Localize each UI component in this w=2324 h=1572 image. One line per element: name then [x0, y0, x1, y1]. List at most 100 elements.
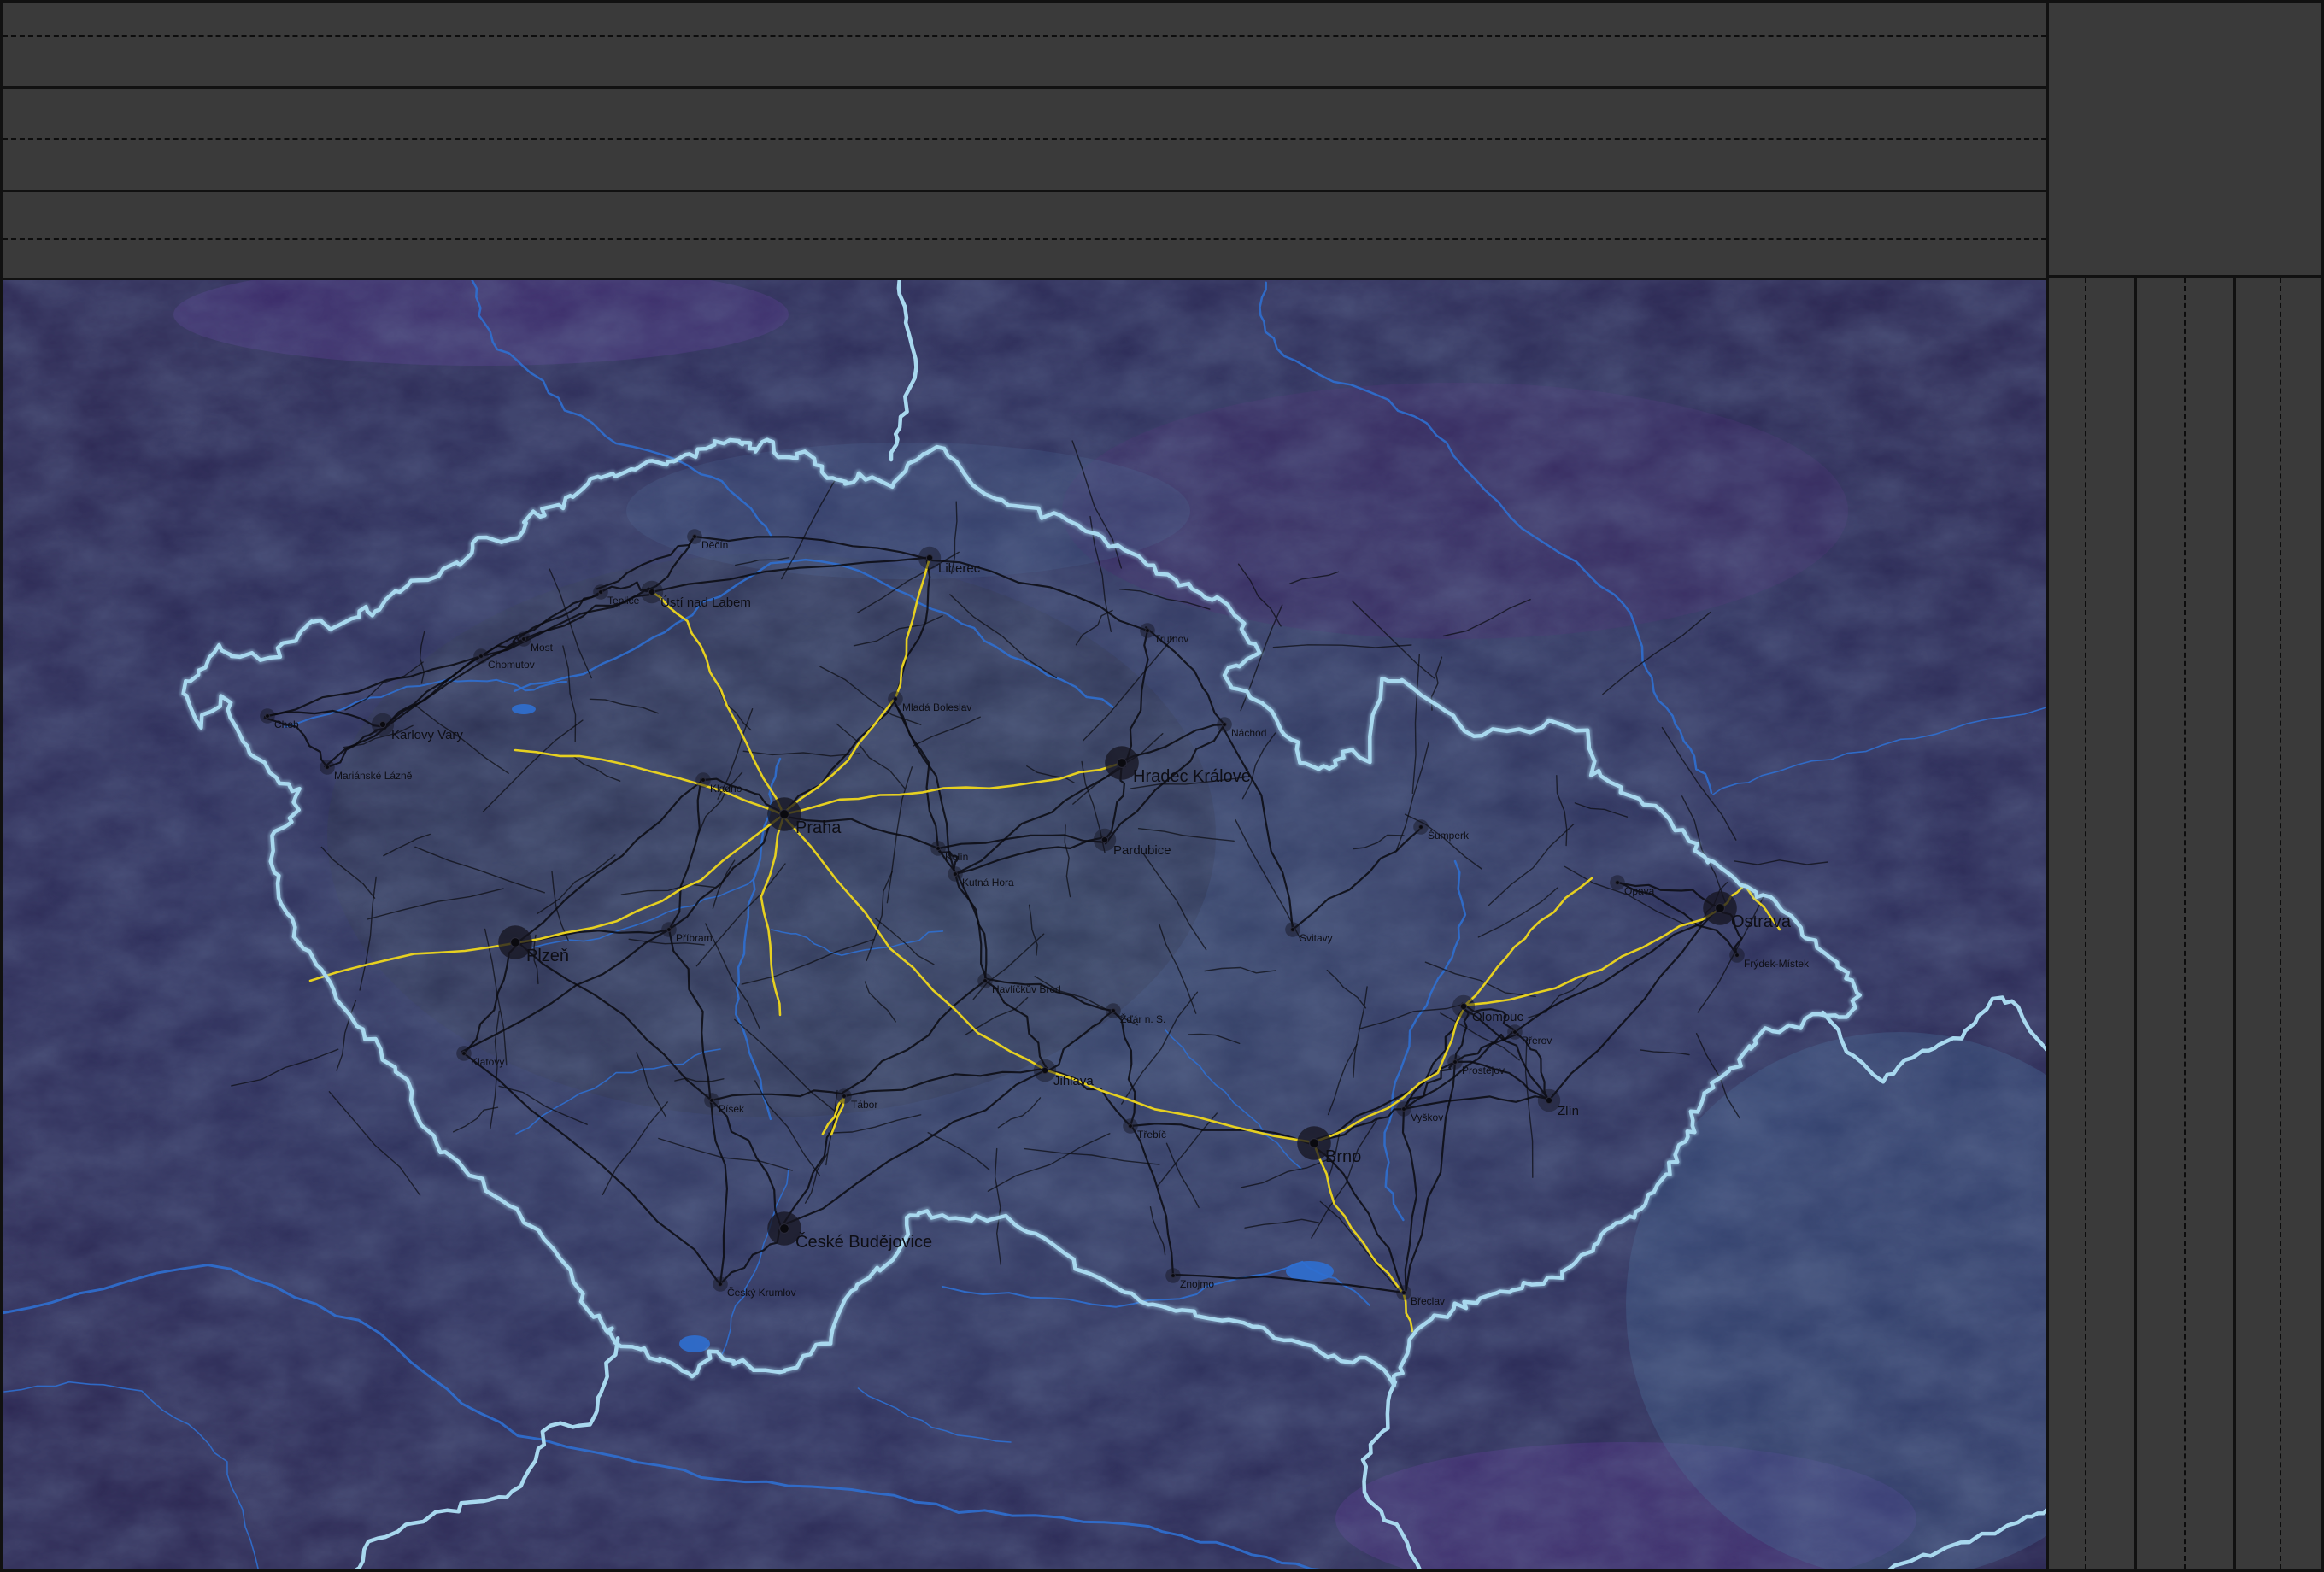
city-dot — [325, 765, 330, 770]
city-label: Teplice — [607, 595, 640, 607]
city-dot — [709, 1098, 714, 1103]
city-dot — [1734, 953, 1740, 958]
city-dot — [692, 534, 697, 539]
lake-lipno — [679, 1335, 710, 1352]
city-label: České Budějovice — [795, 1232, 932, 1252]
city-label: Břeclav — [1411, 1295, 1445, 1307]
city-dot — [1452, 1059, 1458, 1065]
city-dot — [1222, 722, 1227, 727]
city-label: Chomutov — [488, 659, 535, 671]
city-dot — [1545, 1096, 1553, 1105]
city-dot — [265, 713, 270, 719]
city-dot — [1418, 824, 1423, 830]
city-dot — [779, 809, 789, 819]
city-label: Karlovy Vary — [391, 728, 463, 742]
band-2-divider — [3, 138, 2046, 140]
city-dot — [936, 846, 941, 851]
corner-panel — [2046, 3, 2321, 278]
city-label: Olomouc — [1472, 1010, 1524, 1024]
map-view[interactable]: Praha Brno Ostrava Plzeň Hradec Králové České… — [3, 278, 2046, 1569]
city-label: Prostějov — [1462, 1065, 1505, 1076]
city-dot — [718, 1282, 723, 1287]
city-label: Náchod — [1231, 727, 1266, 739]
city-label: Písek — [719, 1103, 745, 1115]
city-dot — [1512, 1029, 1517, 1035]
city-dot — [893, 696, 898, 701]
city-label: Šumperk — [1428, 829, 1470, 842]
city-label: Žďár n. S. — [1120, 1012, 1165, 1025]
city-label: Ústí nad Labem — [660, 595, 751, 610]
city-label: Příbram — [676, 932, 713, 944]
city-dot — [1715, 903, 1725, 913]
city-label: Kladno — [710, 783, 742, 795]
city-dot — [1401, 1106, 1406, 1112]
city-dot — [1041, 1066, 1049, 1075]
city-dot — [1309, 1138, 1319, 1148]
city-label: Brno — [1325, 1147, 1361, 1166]
band-1-divider — [3, 35, 2046, 37]
top-band-3[interactable] — [3, 192, 2046, 275]
col-separator-1[interactable] — [2134, 278, 2137, 1569]
city-label: Most — [531, 642, 554, 654]
city-label: Klatovy — [471, 1056, 504, 1068]
city-dot — [925, 554, 934, 562]
city-dot — [666, 927, 672, 932]
city-label: Třebíč — [1137, 1129, 1166, 1141]
city-dot — [648, 588, 656, 596]
city-dot — [478, 654, 484, 659]
city-dot — [1117, 758, 1127, 768]
city-label: Český Krumlov — [727, 1286, 796, 1299]
city-dot — [1111, 1008, 1116, 1013]
city-dot — [510, 937, 520, 947]
city-label: Cheb — [274, 719, 299, 730]
city-dot — [983, 978, 988, 983]
city-dot — [1171, 1273, 1176, 1278]
city-label: Hradec Králové — [1133, 767, 1251, 786]
city-dot — [461, 1051, 467, 1056]
col-1-divider — [2085, 278, 2086, 1569]
city-dot — [1100, 836, 1109, 844]
city-label: Znojmo — [1180, 1278, 1214, 1290]
city-label: Havlíčkův Brod — [992, 983, 1061, 995]
city-dot — [701, 777, 706, 783]
city-label: Praha — [795, 818, 842, 837]
city-label: Liberec — [938, 561, 981, 576]
map-canvas[interactable]: Praha Brno Ostrava Plzeň Hradec Králové České… — [3, 280, 2046, 1569]
city-label: Trutnov — [1154, 633, 1188, 645]
city-label: Zlín — [1558, 1104, 1579, 1118]
city-label: Mariánské Lázně — [334, 770, 413, 782]
city-label: Děčín — [701, 539, 728, 551]
city-dot — [953, 871, 958, 877]
city-dot — [842, 1094, 847, 1099]
col-2-divider — [2184, 278, 2186, 1569]
city-dot — [379, 720, 387, 729]
city-dot — [1615, 880, 1620, 885]
city-dot — [1459, 1002, 1468, 1011]
city-dot — [1128, 1123, 1133, 1129]
city-label: Opava — [1624, 885, 1655, 897]
city-label: Kolín — [945, 851, 968, 863]
city-label: Plzeň — [526, 947, 569, 965]
col-3-divider — [2280, 278, 2281, 1569]
top-band-2[interactable] — [3, 89, 2046, 192]
city-dot — [779, 1223, 789, 1234]
city-label: Pardubice — [1113, 843, 1171, 858]
top-band-1[interactable] — [3, 3, 2046, 89]
band-3-divider — [3, 238, 2046, 240]
city-label: Tábor — [851, 1099, 877, 1111]
city-label: Ostrava — [1731, 912, 1792, 931]
city-dot — [1290, 927, 1295, 932]
top-panel — [3, 3, 2046, 278]
city-dot — [1145, 628, 1150, 633]
city-dot — [521, 636, 526, 642]
city-label: Kutná Hora — [962, 877, 1014, 889]
city-label: Vyškov — [1411, 1112, 1443, 1123]
right-panel — [2046, 278, 2321, 1569]
city-dot — [1401, 1290, 1406, 1295]
lake-nechranice — [512, 704, 536, 714]
col-separator-2[interactable] — [2233, 278, 2236, 1569]
city-label: Svitavy — [1300, 932, 1333, 944]
city-dot — [598, 590, 603, 595]
city-label: Mladá Boleslav — [902, 701, 971, 713]
city-label: Frýdek-Místek — [1744, 958, 1810, 970]
